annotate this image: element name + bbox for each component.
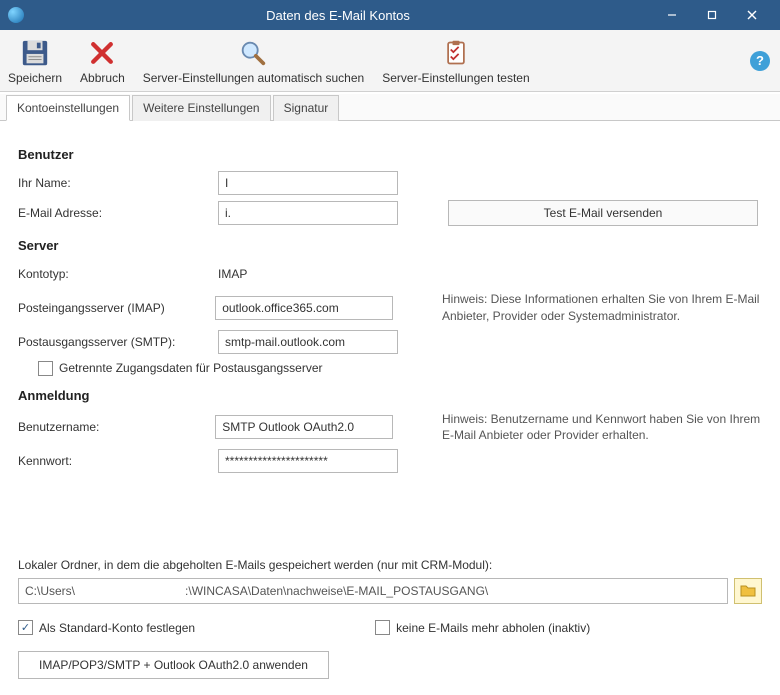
incoming-input[interactable] xyxy=(215,296,392,320)
toolbar: Speichern Abbruch Server-Einstellungen a… xyxy=(0,30,780,92)
local-folder-label: Lokaler Ordner, in dem die abgeholten E-… xyxy=(18,558,762,572)
magnifier-icon xyxy=(237,37,269,69)
footer-block: Lokaler Ordner, in dem die abgeholten E-… xyxy=(18,558,762,679)
help-icon[interactable]: ? xyxy=(750,51,770,71)
account-type-label: Kontotyp: xyxy=(18,267,218,281)
no-fetch-label: keine E-Mails mehr abholen (inaktiv) xyxy=(396,621,590,635)
folder-icon xyxy=(740,583,756,600)
cancel-button[interactable]: Abbruch xyxy=(80,37,125,85)
test-button[interactable]: Server-Einstellungen testen xyxy=(382,37,529,85)
tab-bar: Kontoeinstellungen Weitere Einstellungen… xyxy=(0,94,780,121)
outgoing-input[interactable] xyxy=(218,330,398,354)
section-user: Benutzer xyxy=(18,147,762,162)
default-account-label: Als Standard-Konto festlegen xyxy=(39,621,195,635)
titlebar: Daten des E-Mail Kontos xyxy=(0,0,780,30)
tab-account-settings[interactable]: Kontoeinstellungen xyxy=(6,95,130,121)
save-label: Speichern xyxy=(8,71,62,85)
cancel-icon xyxy=(86,37,118,69)
tab-signature[interactable]: Signatur xyxy=(273,95,340,121)
separate-creds-checkbox[interactable] xyxy=(38,361,53,376)
no-fetch-checkbox[interactable] xyxy=(375,620,390,635)
username-label: Benutzername: xyxy=(18,420,215,434)
browse-folder-button[interactable] xyxy=(734,578,762,604)
email-label: E-Mail Adresse: xyxy=(18,206,218,220)
floppy-icon xyxy=(19,37,51,69)
apply-oauth-button[interactable]: IMAP/POP3/SMTP + Outlook OAuth2.0 anwend… xyxy=(18,651,329,679)
default-account-checkbox[interactable] xyxy=(18,620,33,635)
password-input[interactable] xyxy=(218,449,398,473)
tab-content: Benutzer Ihr Name: E-Mail Adresse: Test … xyxy=(0,121,780,492)
close-button[interactable] xyxy=(732,0,772,30)
cancel-label: Abbruch xyxy=(80,71,125,85)
autodetect-label: Server-Einstellungen automatisch suchen xyxy=(143,71,364,85)
auth-hint: Hinweis: Benutzername und Kennwort haben… xyxy=(442,411,762,445)
tab-more-settings[interactable]: Weitere Einstellungen xyxy=(132,95,271,121)
username-input[interactable] xyxy=(215,415,392,439)
local-folder-input[interactable] xyxy=(18,578,728,604)
account-type-value: IMAP xyxy=(218,267,398,281)
app-icon xyxy=(8,7,24,23)
incoming-label: Posteingangsserver (IMAP) xyxy=(18,301,215,315)
section-auth: Anmeldung xyxy=(18,388,762,403)
email-input[interactable] xyxy=(218,201,398,225)
server-hint: Hinweis: Diese Informationen erhalten Si… xyxy=(442,291,762,325)
outgoing-label: Postausgangsserver (SMTP): xyxy=(18,335,218,349)
password-label: Kennwort: xyxy=(18,454,218,468)
minimize-button[interactable] xyxy=(652,0,692,30)
name-label: Ihr Name: xyxy=(18,176,218,190)
save-button[interactable]: Speichern xyxy=(8,37,62,85)
maximize-button[interactable] xyxy=(692,0,732,30)
test-label: Server-Einstellungen testen xyxy=(382,71,529,85)
autodetect-button[interactable]: Server-Einstellungen automatisch suchen xyxy=(143,37,364,85)
clipboard-check-icon xyxy=(440,37,472,69)
section-server: Server xyxy=(18,238,762,253)
name-input[interactable] xyxy=(218,171,398,195)
separate-creds-label: Getrennte Zugangsdaten für Postausgangss… xyxy=(59,361,323,375)
send-test-email-button[interactable]: Test E-Mail versenden xyxy=(448,200,758,226)
window-title: Daten des E-Mail Kontos xyxy=(24,8,652,23)
